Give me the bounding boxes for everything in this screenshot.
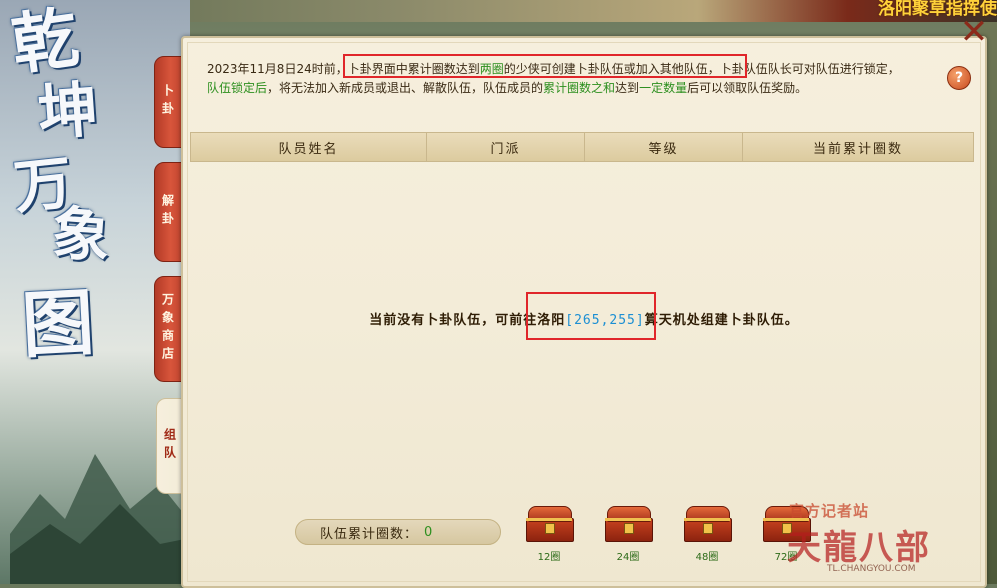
notice-date: 2023年11月8日24时前，	[207, 62, 348, 76]
chest-label: 48圈	[695, 552, 719, 563]
window-title-calligraphy: 乾 坤 万 象 图	[6, 0, 118, 386]
treasure-chest-icon	[763, 506, 811, 542]
chest-label: 24圈	[616, 552, 640, 563]
tab-interpret[interactable]: 解卦	[154, 162, 182, 262]
column-header-rounds: 当前累计圈数	[812, 141, 903, 157]
title-char: 乾	[6, 0, 84, 85]
chest-label: 12圈	[537, 552, 561, 563]
empty-message-after: 算天机处组建卜卦队伍。	[644, 313, 799, 328]
notice-amount: 一定数量	[639, 81, 688, 95]
treasure-chest-icon	[605, 506, 653, 542]
coordinate-link[interactable]: [265,255]	[565, 313, 644, 328]
column-header-level: 等级	[585, 133, 743, 161]
team-panel: 2023年11月8日24时前，卜卦界面中累计圈数达到两圈的少侠可创建卜卦队伍或加…	[181, 36, 987, 588]
title-char: 图	[19, 279, 97, 368]
treasure-chest-icon	[684, 506, 732, 542]
notice-lock: 队伍锁定后	[207, 81, 268, 95]
rules-notice: 2023年11月8日24时前，卜卦界面中累计圈数达到两圈的少侠可创建卜卦队伍或加…	[207, 60, 947, 98]
team-total-label: 队伍累计圈数：	[320, 526, 419, 542]
notice-cumulative: 累计圈数之和	[543, 81, 616, 95]
reward-chest-72[interactable]: 72圈	[760, 506, 812, 563]
help-icon[interactable]: ?	[947, 66, 971, 90]
treasure-chest-icon	[526, 506, 574, 542]
reward-chest-48[interactable]: 48圈	[681, 506, 733, 563]
close-icon[interactable]: ✕	[959, 15, 989, 49]
notice-rounds: 两圈	[479, 62, 504, 76]
team-total-value: 0	[424, 524, 434, 540]
title-char: 坤	[35, 74, 101, 150]
title-char: 象	[49, 199, 113, 271]
tab-shop[interactable]: 万象商店	[154, 276, 182, 382]
team-total-rounds: 队伍累计圈数： 0	[295, 519, 501, 545]
notice-rest-3: 达到	[615, 81, 640, 95]
notice-highlight-1: 卜卦界面中累计圈数达到	[347, 62, 480, 76]
empty-team-message: 当前没有卜卦队伍，可前往洛阳[265,255]算天机处组建卜卦队伍。	[183, 309, 985, 328]
notice-rest-1: ，卜卦队伍队长可对队伍进行锁定，	[707, 62, 900, 76]
reward-chest-24[interactable]: 24圈	[602, 506, 654, 563]
tab-team[interactable]: 组队	[156, 398, 184, 494]
team-table-header: 队员姓名 门派 等级 当前累计圈数	[190, 132, 974, 162]
chest-label: 72圈	[774, 552, 798, 563]
column-header-sect: 门派	[427, 133, 585, 161]
column-header-name: 队员姓名	[191, 133, 427, 161]
notice-highlight-2: 的少侠可创建卜卦队伍或加入其他队伍	[503, 62, 708, 76]
tab-divination[interactable]: 卜卦	[154, 56, 182, 148]
notice-rest-2: ，将无法加入新成员或退出、解散队伍，队伍成员的	[267, 81, 544, 95]
reward-chest-12[interactable]: 12圈	[523, 506, 575, 563]
notice-rest-4: 后可以领取队伍奖励。	[687, 81, 808, 95]
empty-message-before: 当前没有卜卦队伍，可前往洛阳	[369, 313, 566, 328]
